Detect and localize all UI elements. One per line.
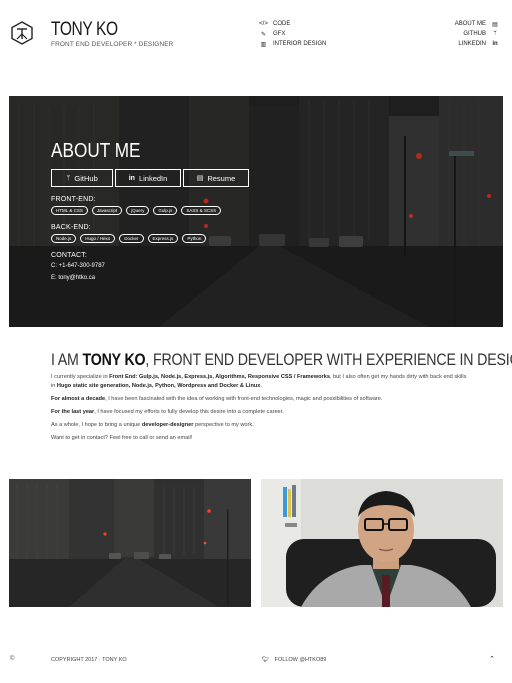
text: perspective to my work. xyxy=(193,422,254,428)
id-card-icon: ▤ xyxy=(492,21,498,28)
hero-banner: ABOUT ME ᛘ GitHub in LinkedIn ▤ Resume F… xyxy=(9,96,503,327)
text: I currently specialize in xyxy=(51,374,110,380)
text: . xyxy=(260,383,262,389)
skill-tag: Express.js xyxy=(147,234,179,243)
text-strong: Hugo static site generation, Node.js, Py… xyxy=(56,383,261,389)
skill-tag: Hugo / Hexo xyxy=(80,234,116,243)
contact-label: CONTACT: xyxy=(51,252,88,259)
front-end-tags: HTML & CSS Javascript jQuery Gulp.js SAS… xyxy=(51,206,251,215)
text-strong: For almost a decade xyxy=(51,396,106,402)
nav-label: GFX xyxy=(273,31,286,37)
site-footer: © COPYRIGHT 2017 · TONY KO 🐦︎ FOLLOW @HT… xyxy=(0,650,512,670)
nav-label: ABOUT ME xyxy=(454,21,486,27)
about-paragraph: For the last year, I have focused my eff… xyxy=(51,408,471,417)
logo-icon[interactable] xyxy=(10,21,34,45)
linkedin-button-label: LinkedIn xyxy=(138,173,168,183)
city-street-image xyxy=(9,479,251,607)
heading-name: TONY KO xyxy=(82,351,146,369)
about-heading: I AM TONY KO, FRONT END DEVELOPER WITH E… xyxy=(51,351,512,370)
back-end-label: BACK-END: xyxy=(51,224,91,231)
front-end-label: FRONT-END: xyxy=(51,196,96,203)
resume-button[interactable]: ▤ Resume xyxy=(183,169,249,187)
nav-label: LINKEDIN xyxy=(458,41,486,47)
nav-item-code[interactable]: </> CODE xyxy=(259,19,326,29)
text-strong: For the last year xyxy=(51,409,95,415)
skill-tag: jQuery xyxy=(126,206,150,215)
twitter-icon: 🐦︎ xyxy=(262,657,270,663)
site-title[interactable]: TONY KO xyxy=(51,19,118,41)
twitter-follow-link[interactable]: 🐦︎ FOLLOW @HTKO89 xyxy=(262,656,327,664)
hero-buttons: ᛘ GitHub in LinkedIn ▤ Resume xyxy=(51,169,251,187)
skill-tag: Node.js xyxy=(51,234,77,243)
skill-tag: HTML & CSS xyxy=(51,206,88,215)
github-button[interactable]: ᛘ GitHub xyxy=(51,169,113,187)
portrait-image xyxy=(261,479,503,607)
branch-icon: ᛘ xyxy=(493,31,497,37)
hero-title: ABOUT ME xyxy=(51,140,141,162)
building-icon: ▥ xyxy=(260,41,267,48)
nav-item-github[interactable]: GITHUB ᛘ xyxy=(455,29,499,39)
skill-tag: SASS & SCSS xyxy=(181,206,222,215)
nav-social: ABOUT ME ▤ GITHUB ᛘ LINKEDIN in xyxy=(455,19,499,49)
nav-item-gfx[interactable]: ✎ GFX xyxy=(259,29,326,39)
heading-prefix: I AM xyxy=(51,351,83,369)
branch-icon: ᛘ xyxy=(66,174,71,182)
nav-item-interior-design[interactable]: ▥ INTERIOR DESIGN xyxy=(259,39,327,49)
text: , I have been fascinated with the idea o… xyxy=(105,396,383,402)
nav-item-about-me[interactable]: ABOUT ME ▤ xyxy=(455,19,499,29)
text-strong: Front End: Gulp.js, Node.js, Express.js,… xyxy=(109,374,330,380)
nav-label: GITHUB xyxy=(463,31,486,37)
linkedin-icon: in xyxy=(492,41,498,47)
code-icon: </> xyxy=(259,21,268,27)
about-paragraph: I currently specialize in Front End: Gul… xyxy=(51,373,471,391)
back-end-tags: Node.js Hugo / Hexo Docker Express.js Py… xyxy=(51,234,251,243)
hero-content: ABOUT ME ᛘ GitHub in LinkedIn ▤ Resume F… xyxy=(51,140,251,281)
skill-tag: Docker xyxy=(119,234,144,243)
text-strong: developer-designer xyxy=(141,422,194,428)
site-header: TONY KO FRONT END DEVELOPER * DESIGNER <… xyxy=(0,0,512,70)
about-section: I AM TONY KO, FRONT END DEVELOPER WITH E… xyxy=(51,351,512,443)
follow-label: FOLLOW @HTKO89 xyxy=(274,656,327,663)
text: As a whole, I hope to bring a unique xyxy=(51,422,142,428)
city-photo xyxy=(9,479,251,607)
about-paragraph: As a whole, I hope to bring a unique dev… xyxy=(51,421,471,430)
contact-email[interactable]: E: tony@htko.ca xyxy=(51,275,251,281)
copyright-icon: © xyxy=(10,656,15,662)
chevron-up-icon[interactable]: ⌃ xyxy=(489,655,495,663)
linkedin-icon: in xyxy=(128,174,135,182)
site-subtitle: FRONT END DEVELOPER * DESIGNER xyxy=(51,41,174,48)
text: , I have focused my efforts to fully dev… xyxy=(94,409,284,415)
skill-tag: Javascript xyxy=(91,206,123,215)
portrait-photo xyxy=(261,479,503,607)
github-button-label: GitHub xyxy=(74,173,98,183)
nav-label: CODE xyxy=(273,21,291,27)
skill-tag: Python xyxy=(182,234,207,243)
skill-tag: Gulp.js xyxy=(153,206,178,215)
nav-item-linkedin[interactable]: LINKEDIN in xyxy=(455,39,499,49)
brush-icon: ✎ xyxy=(260,31,267,38)
about-paragraph: For almost a decade, I have been fascina… xyxy=(51,395,471,404)
nav-portfolio: </> CODE ✎ GFX ▥ INTERIOR DESIGN xyxy=(259,19,326,49)
heading-suffix: , FRONT END DEVELOPER WITH EXPERIENCE IN… xyxy=(145,351,512,369)
contact-phone[interactable]: C: +1-647-300-9787 xyxy=(51,263,251,269)
nav-label: INTERIOR DESIGN xyxy=(273,41,327,47)
copyright-text: COPYRIGHT 2017 · TONY KO xyxy=(51,657,127,663)
id-card-icon: ▤ xyxy=(196,175,204,182)
resume-button-label: Resume xyxy=(207,173,236,183)
linkedin-button[interactable]: in LinkedIn xyxy=(115,169,181,187)
about-paragraph: Want to get in contact? Feel free to cal… xyxy=(51,435,193,441)
